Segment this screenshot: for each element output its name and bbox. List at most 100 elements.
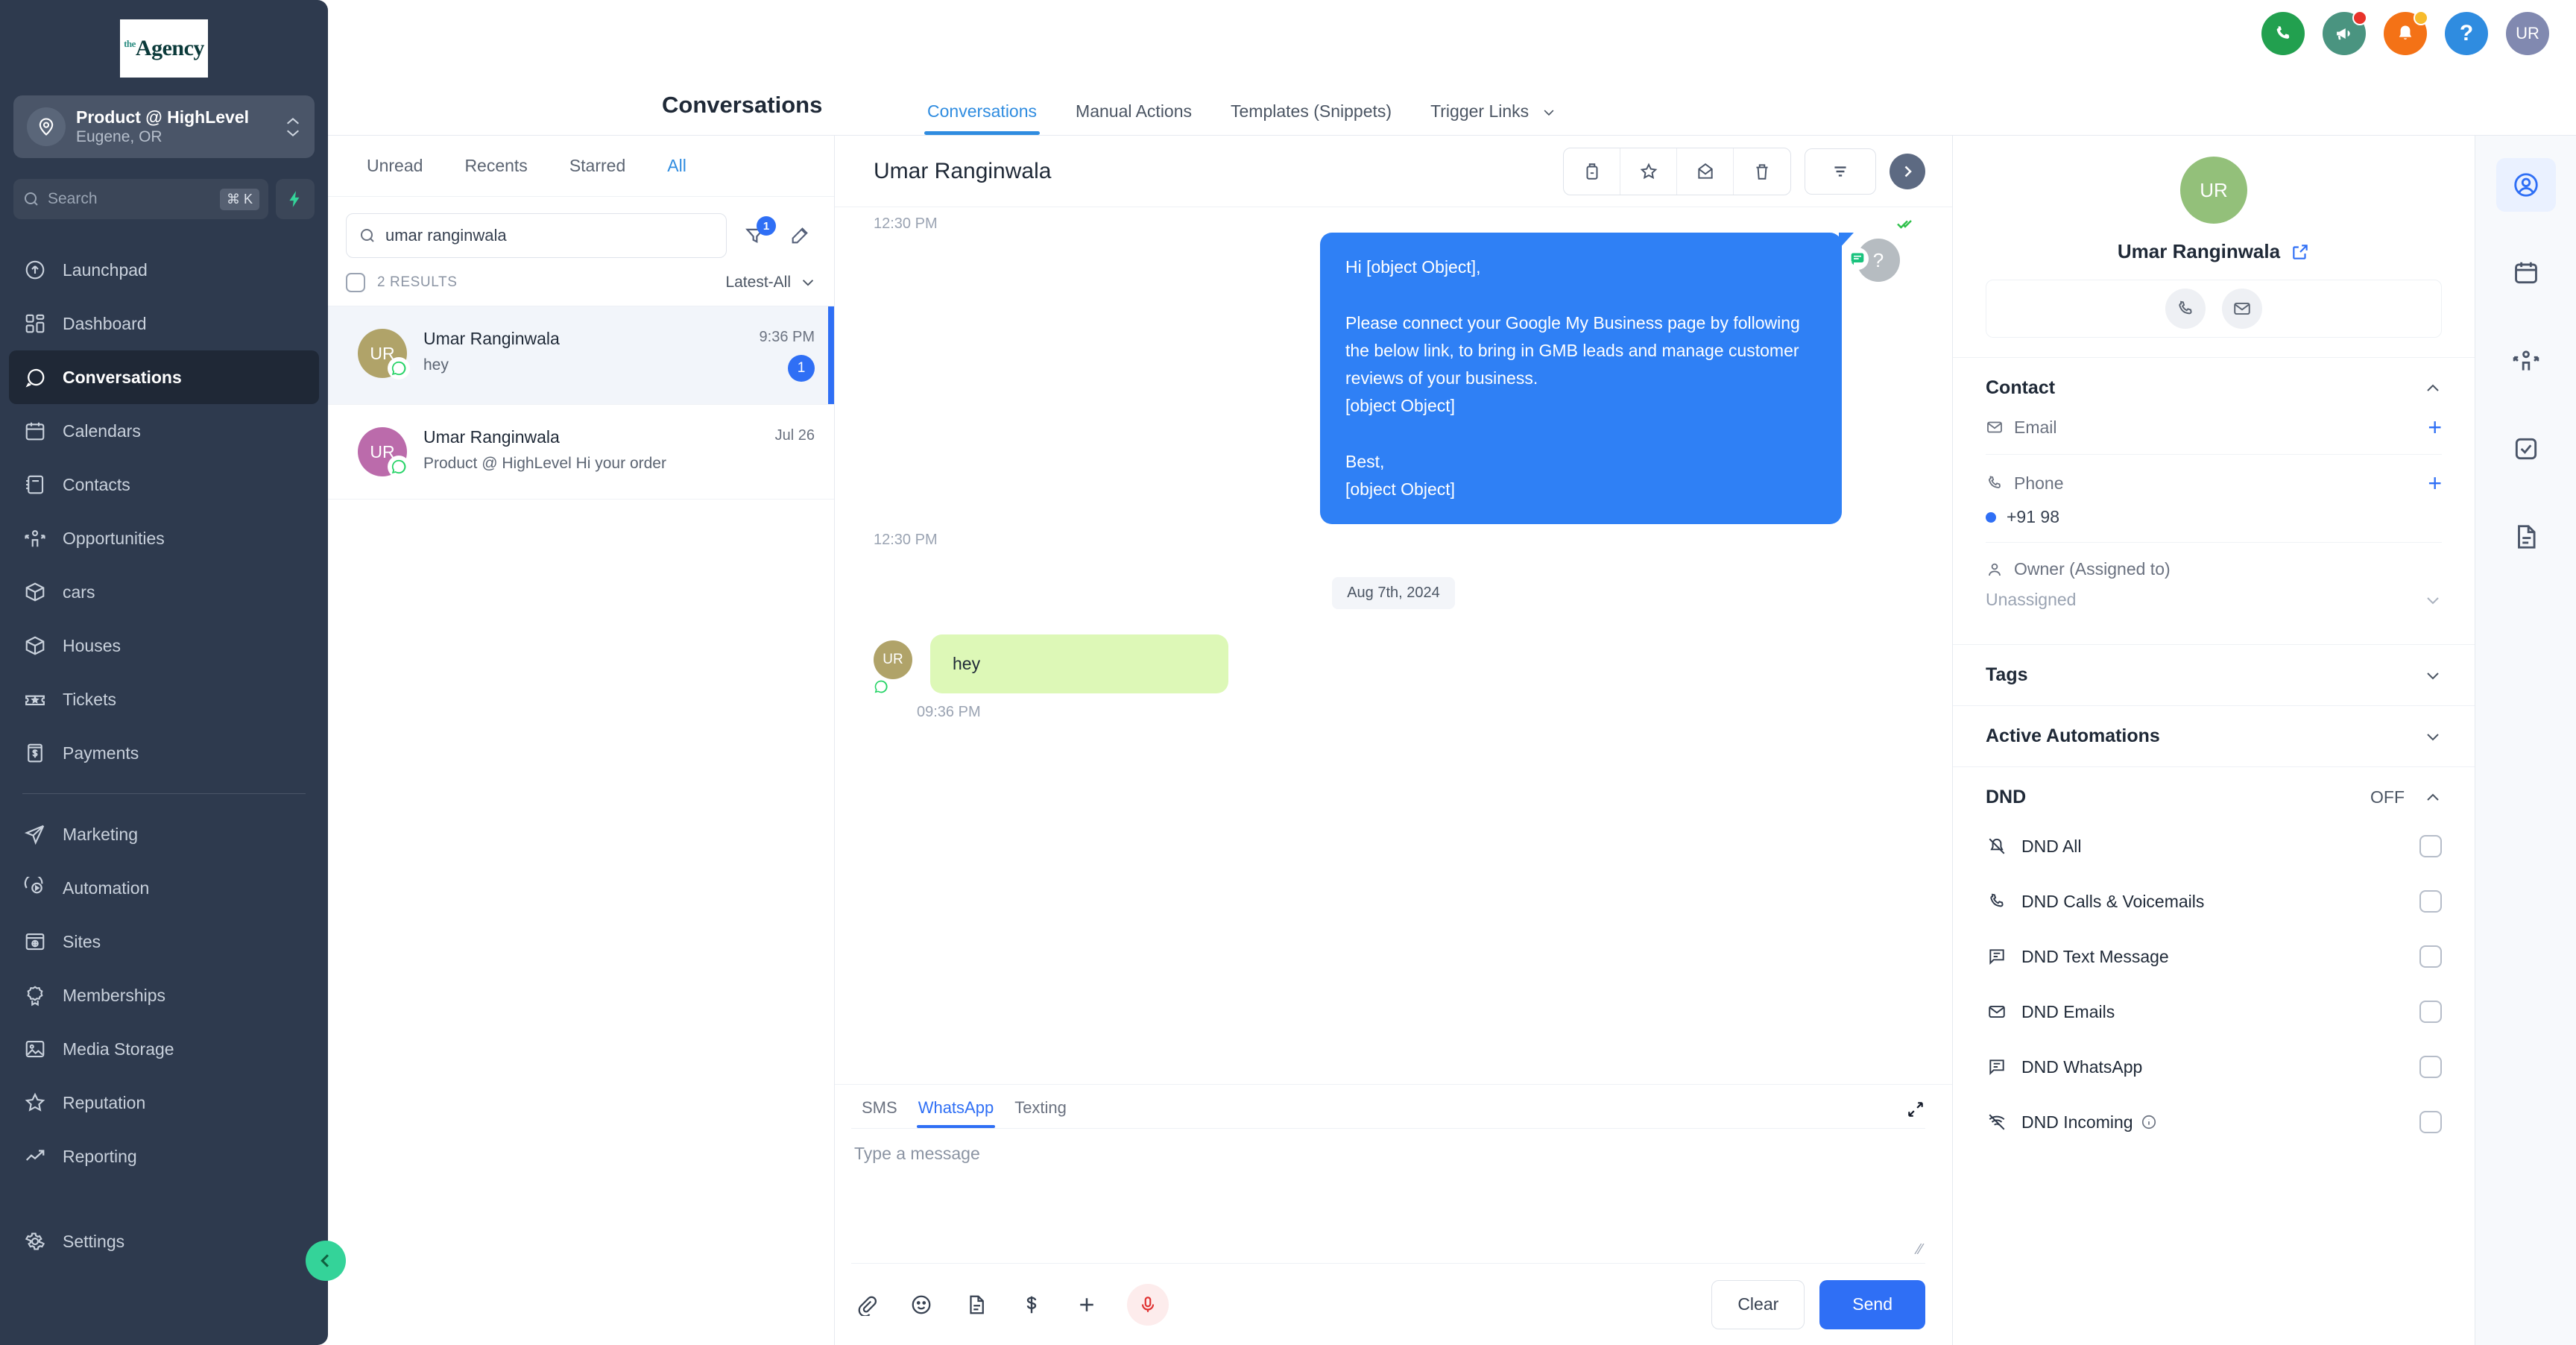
call-contact-button[interactable] — [2165, 289, 2206, 329]
email-contact-button[interactable] — [2222, 289, 2262, 329]
filter-lines-icon[interactable] — [1805, 148, 1876, 195]
select-all-checkbox[interactable] — [346, 273, 365, 292]
contact-section-header[interactable]: Contact — [1986, 377, 2442, 399]
documents-tab-button[interactable] — [2496, 510, 2556, 564]
tab-manual-actions[interactable]: Manual Actions — [1056, 101, 1211, 135]
dnd-checkbox[interactable] — [2419, 1111, 2442, 1133]
sidebar-item-memberships[interactable]: Memberships — [9, 968, 319, 1022]
appointments-tab-button[interactable] — [2496, 246, 2556, 300]
dnd-checkbox[interactable] — [2419, 890, 2442, 913]
clear-button[interactable]: Clear — [1711, 1279, 1805, 1329]
sidebar-item-reporting[interactable]: Reporting — [9, 1130, 319, 1183]
sidebar-item-tickets[interactable]: Tickets — [9, 672, 319, 726]
archive-box-icon[interactable] — [1564, 148, 1620, 195]
sidebar-item-opportunities[interactable]: Opportunities — [9, 511, 319, 565]
tab-templates[interactable]: Templates (Snippets) — [1211, 101, 1411, 135]
dnd-emails-row[interactable]: DND Emails — [1986, 984, 2442, 1039]
location-switcher[interactable]: Product @ HighLevel Eugene, OR — [13, 95, 315, 158]
dnd-whatsapp-row[interactable]: DND WhatsApp — [1986, 1039, 2442, 1094]
active-automations-section[interactable]: Active Automations — [1953, 706, 2475, 767]
add-phone-button[interactable]: + — [2428, 471, 2442, 495]
help-button[interactable]: ? — [2445, 12, 2488, 55]
dnd-all-row[interactable]: DND All — [1986, 819, 2442, 874]
dnd-incoming-row[interactable]: DND Incoming — [1986, 1094, 2442, 1150]
next-conversation-button[interactable] — [1890, 153, 1925, 189]
tags-section[interactable]: Tags — [1953, 645, 2475, 706]
sidebar-item-houses[interactable]: Houses — [9, 619, 319, 672]
trash-icon[interactable] — [1734, 148, 1790, 195]
sidebar-item-contacts[interactable]: Contacts — [9, 458, 319, 511]
sidebar-item-payments[interactable]: Payments — [9, 726, 319, 780]
plus-icon[interactable] — [1072, 1290, 1102, 1320]
message-time: 12:30 PM — [874, 532, 938, 549]
dnd-checkbox[interactable] — [2419, 835, 2442, 857]
sidebar-item-dashboard[interactable]: Dashboard — [9, 297, 319, 350]
envelope-open-icon[interactable] — [1677, 148, 1734, 195]
filter-tab-starred[interactable]: Starred — [549, 156, 646, 176]
filter-tab-unread[interactable]: Unread — [346, 156, 443, 176]
phone-dialer-button[interactable] — [2261, 12, 2305, 55]
phone-icon — [1986, 474, 2004, 492]
filter-tab-all[interactable]: All — [646, 156, 707, 176]
sidebar-item-launchpad[interactable]: Launchpad — [9, 243, 319, 297]
document-lines-icon[interactable] — [962, 1290, 991, 1320]
dnd-section-header[interactable]: DND OFF — [1986, 787, 2442, 808]
sidebar-item-automation[interactable]: Automation — [9, 861, 319, 915]
composer-tab-whatsapp[interactable]: WhatsApp — [908, 1098, 1005, 1128]
dnd-text-row[interactable]: DND Text Message — [1986, 929, 2442, 984]
sidebar-search-input[interactable]: Search ⌘ K — [13, 179, 268, 219]
notifications-button[interactable] — [2384, 10, 2428, 55]
chat-bubble-icon — [22, 365, 48, 390]
email-field[interactable]: Email + — [1986, 399, 2442, 455]
resize-handle-icon[interactable]: ⁄⁄ — [1917, 1241, 1922, 1259]
send-button[interactable]: Send — [1819, 1279, 1925, 1329]
sidebar-item-conversations[interactable]: Conversations — [9, 350, 319, 404]
filter-tab-recents[interactable]: Recents — [443, 156, 548, 176]
tab-trigger-links[interactable]: Trigger Links — [1411, 101, 1575, 135]
header-tabs: Conversations Conversations Manual Actio… — [328, 67, 2576, 136]
announcements-button[interactable] — [2323, 10, 2367, 55]
avatar[interactable]: UR — [2506, 12, 2549, 55]
opportunities-tab-button[interactable] — [2496, 334, 2556, 388]
phone-field[interactable]: Phone + +91 98 — [1986, 455, 2442, 543]
sidebar-collapse-button[interactable] — [306, 1241, 346, 1281]
owner-field[interactable]: Owner (Assigned to) Unassigned — [1986, 543, 2442, 625]
add-email-button[interactable]: + — [2428, 415, 2442, 439]
sidebar-item-cars[interactable]: cars — [9, 565, 319, 619]
box-icon — [22, 633, 48, 658]
filter-funnel-icon[interactable]: 1 — [739, 216, 776, 252]
tab-conversations[interactable]: Conversations — [908, 101, 1056, 135]
composer-tab-sms[interactable]: SMS — [851, 1098, 908, 1128]
sidebar-item-calendars[interactable]: Calendars — [9, 404, 319, 458]
conversation-list-item[interactable]: UR Umar Ranginwala hey 9:36 PM 1 — [328, 306, 834, 405]
compose-pencil-icon[interactable] — [783, 219, 816, 252]
sidebar-item-settings[interactable]: Settings — [9, 1215, 319, 1268]
dnd-checkbox[interactable] — [2419, 1056, 2442, 1078]
conversation-search-input[interactable]: umar ranginwala — [346, 213, 727, 258]
lightning-bolt-icon[interactable] — [276, 179, 315, 219]
tasks-tab-button[interactable] — [2496, 422, 2556, 476]
external-link-icon[interactable] — [2291, 242, 2310, 262]
owner-value-row[interactable]: Unassigned — [1986, 590, 2442, 610]
dollar-icon[interactable] — [1017, 1290, 1046, 1320]
smiley-icon[interactable] — [906, 1290, 936, 1320]
info-circle-icon[interactable] — [2141, 1114, 2157, 1130]
message-composer: SMS WhatsApp Texting Type a message ⁄⁄ C… — [835, 1084, 1952, 1345]
sidebar-item-sites[interactable]: Sites — [9, 915, 319, 968]
sidebar-item-marketing[interactable]: Marketing — [9, 807, 319, 861]
dnd-checkbox[interactable] — [2419, 1001, 2442, 1023]
dnd-calls-row[interactable]: DND Calls & Voicemails — [1986, 874, 2442, 929]
sidebar-item-media-storage[interactable]: Media Storage — [9, 1022, 319, 1076]
expand-diagonal-icon[interactable] — [1906, 1100, 1925, 1128]
sort-selector[interactable]: Latest-All — [725, 274, 816, 292]
outgoing-message-bubble: Hi [object Object], Please connect your … — [1320, 233, 1854, 525]
message-textarea[interactable]: Type a message ⁄⁄ — [851, 1129, 1925, 1263]
dnd-checkbox[interactable] — [2419, 945, 2442, 968]
star-icon[interactable] — [1620, 148, 1677, 195]
paperclip-icon[interactable] — [851, 1290, 881, 1320]
contact-tab-button[interactable] — [2496, 158, 2556, 212]
microphone-icon[interactable] — [1127, 1283, 1169, 1326]
sidebar-item-reputation[interactable]: Reputation — [9, 1076, 319, 1130]
composer-tab-texting[interactable]: Texting — [1004, 1098, 1077, 1128]
conversation-list-item[interactable]: UR Umar Ranginwala Product @ HighLevel H… — [328, 405, 834, 500]
